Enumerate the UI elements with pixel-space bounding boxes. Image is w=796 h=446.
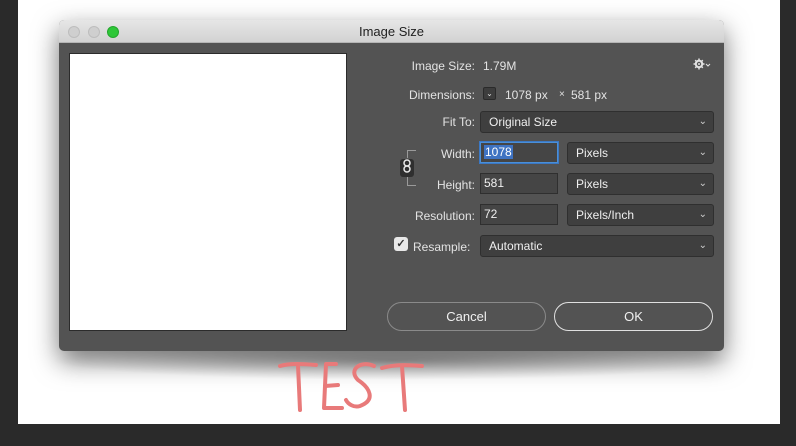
resample-label: Resample: [413, 240, 471, 254]
resolution-unit-select[interactable]: Pixels/Inch ⌄ [567, 204, 714, 226]
chevron-down-icon: ⌄ [698, 240, 707, 251]
chevron-down-icon: ⌄ [698, 178, 707, 189]
height-unit-selected: Pixels [576, 177, 609, 191]
resolution-label: Resolution: [414, 209, 475, 223]
dimensions-label: Dimensions: [408, 88, 475, 102]
dimensions-width-value: 1078 px [505, 88, 548, 102]
image-preview[interactable] [69, 53, 347, 331]
image-size-value: 1.79M [483, 59, 517, 73]
window-title: Image Size [358, 24, 425, 39]
dimensions-height-value: 581 px [571, 88, 608, 102]
width-input[interactable]: 1078 [480, 142, 558, 163]
dimensions-times-sign: × [559, 89, 565, 100]
height-input[interactable]: 581 [480, 173, 558, 194]
title-bar: Image Size [59, 20, 724, 43]
width-unit-select[interactable]: Pixels ⌄ [567, 142, 714, 164]
chevron-down-icon: ⌄ [698, 147, 707, 158]
chain-link-icon-graphic [403, 159, 411, 173]
image-size-dialog: Image Size Image Size: 1.79M Dimensions:… [59, 20, 724, 351]
height-unit-select[interactable]: Pixels ⌄ [567, 173, 714, 195]
constrain-bracket-top [407, 150, 416, 158]
test-handwritten-graphic [278, 362, 424, 412]
gear-icon-graphic [693, 58, 711, 70]
height-label: Height: [436, 178, 475, 192]
width-label: Width: [440, 147, 475, 161]
resample-select[interactable]: Automatic ⌄ [480, 235, 714, 257]
fit-to-select[interactable]: Original Size ⌄ [480, 111, 714, 133]
resolution-input-value: 72 [484, 207, 498, 221]
resample-selected: Automatic [489, 239, 543, 253]
image-size-label: Image Size: [411, 59, 475, 73]
cancel-button[interactable]: Cancel [387, 302, 546, 331]
fit-to-selected: Original Size [489, 115, 558, 129]
gear-icon[interactable] [693, 57, 713, 73]
width-input-value: 1078 [484, 145, 513, 159]
ok-button[interactable]: OK [554, 302, 713, 331]
height-input-value: 581 [484, 176, 505, 190]
checkmark-icon: ✓ [396, 238, 406, 250]
resolution-unit-selected: Pixels/Inch [576, 208, 635, 222]
chain-link-icon[interactable] [400, 159, 414, 177]
constrain-bracket-bottom [407, 177, 416, 186]
chevron-down-icon: ⌄ [698, 209, 707, 220]
resample-checkbox[interactable]: ✓ [394, 237, 408, 251]
fit-to-label: Fit To: [442, 115, 475, 129]
chevron-down-icon: ⌄ [486, 89, 493, 98]
test-handwritten-text [278, 358, 438, 418]
dimensions-unit-toggle[interactable]: ⌄ [483, 87, 496, 100]
chevron-down-icon: ⌄ [698, 116, 707, 127]
resolution-input[interactable]: 72 [480, 204, 558, 225]
width-unit-selected: Pixels [576, 146, 609, 160]
